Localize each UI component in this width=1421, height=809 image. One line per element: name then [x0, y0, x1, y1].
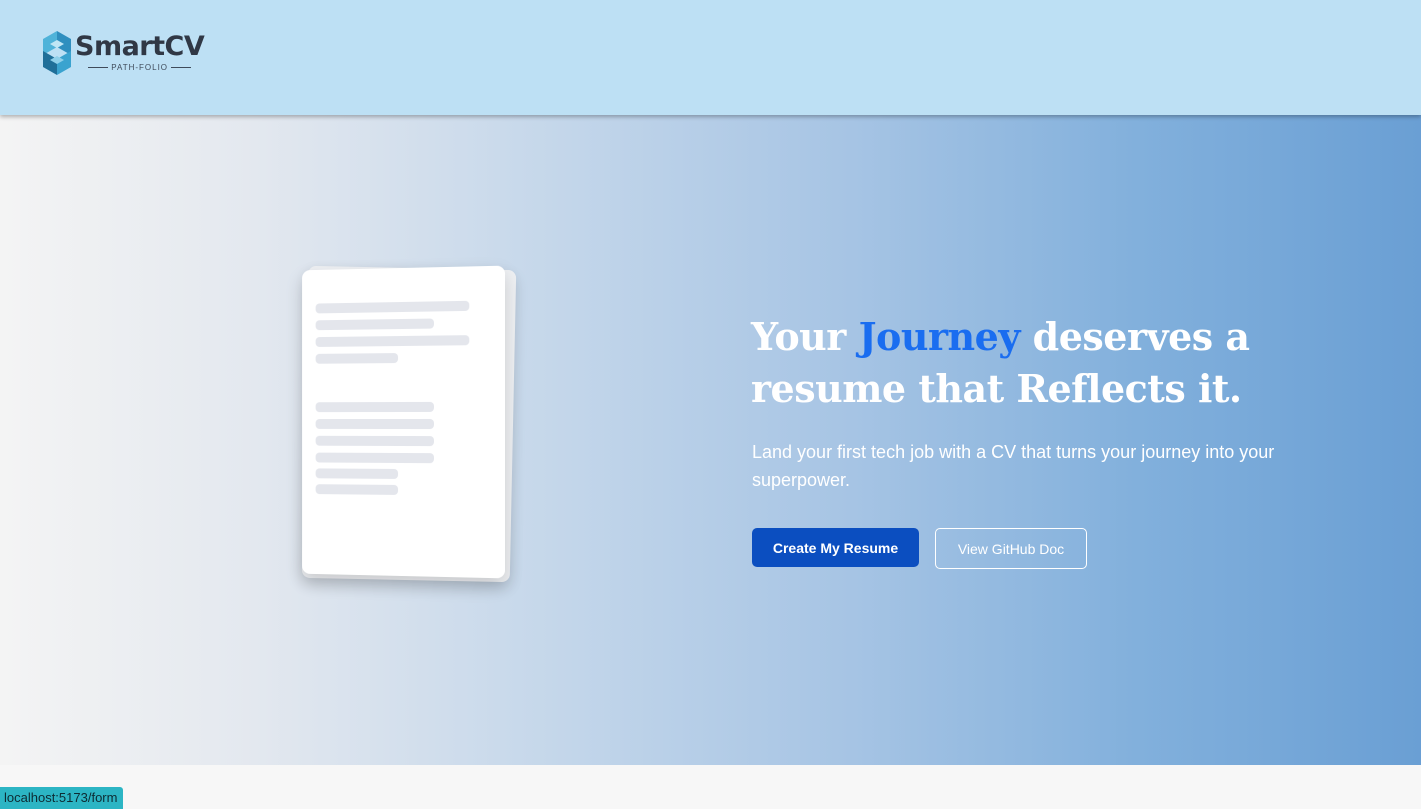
- doc-line: [315, 418, 434, 430]
- hero-section: Your Journey deserves a resume that Refl…: [0, 115, 1421, 765]
- doc-line: [315, 435, 434, 447]
- create-resume-button[interactable]: Create My Resume: [752, 528, 919, 567]
- doc-line: [315, 468, 399, 479]
- logo-name: SmartCV: [75, 31, 205, 62]
- resume-illustration: [302, 265, 506, 579]
- hero-headline: Your Journey deserves a resume that Refl…: [751, 311, 1371, 415]
- view-github-doc-button[interactable]: View GitHub Doc: [935, 528, 1087, 569]
- doc-line: [315, 335, 470, 347]
- tagline-rule-right: [171, 67, 192, 68]
- doc-line: [315, 300, 470, 314]
- headline-accent-word: Journey: [858, 314, 1021, 359]
- doc-line: [315, 452, 434, 464]
- logo-cube-icon: [43, 31, 71, 75]
- site-header: SmartCV PATH-FOLIO: [0, 0, 1421, 115]
- logo-tagline-text: PATH-FOLIO: [111, 63, 169, 72]
- headline-part-1: Your: [751, 314, 859, 359]
- status-bar-url: localhost:5173/form: [0, 787, 124, 809]
- doc-line: [315, 318, 434, 331]
- logo-tagline: PATH-FOLIO: [85, 63, 194, 72]
- tagline-rule-left: [88, 67, 109, 68]
- smartcv-logo[interactable]: SmartCV PATH-FOLIO: [42, 30, 205, 76]
- doc-line: [315, 401, 434, 413]
- doc-line: [315, 353, 399, 364]
- hero-subtext: Land your first tech job with a CV that …: [752, 442, 1275, 490]
- doc-line: [315, 484, 399, 495]
